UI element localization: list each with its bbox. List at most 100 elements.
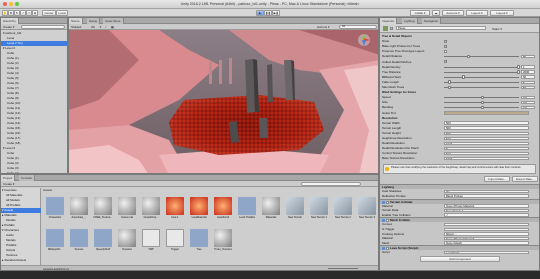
slider-knob[interactable] — [462, 75, 466, 79]
asset-item[interactable]: Level Prefabs — [236, 197, 258, 227]
project-search-input[interactable] — [301, 182, 361, 186]
hierarchy-create-button[interactable]: Create ▾ — [3, 25, 14, 29]
pivot-rotation-toggle[interactable]: Local — [56, 10, 68, 16]
component-field-value[interactable]: New Terrain 4 — [444, 208, 529, 213]
asset-item[interactable]: Characters — [44, 197, 66, 227]
asset-item[interactable]: Trees_Textures — [212, 229, 234, 259]
step-button[interactable]: ▶❚ — [272, 10, 280, 16]
component-field-value[interactable] — [444, 223, 529, 227]
asset-item[interactable]: FREE_Texture... — [92, 197, 114, 227]
add-component-button[interactable]: Add Component — [420, 256, 500, 262]
component-field-value[interactable]: None (Mesh) — [444, 241, 529, 245]
setting-value-field[interactable]: 1 — [521, 65, 535, 69]
asset-item[interactable]: New Terrain 3 — [356, 197, 378, 227]
project-tree-item[interactable]: ▸ Standard Assets — [1, 258, 41, 263]
setting-value-field[interactable]: 0.5 — [521, 95, 535, 100]
component-field-value[interactable] — [444, 227, 529, 232]
component-field-value[interactable]: ✓ — [444, 213, 529, 217]
component-field-value[interactable]: None (Physic Material) — [444, 236, 529, 241]
setting-value-field[interactable]: 500 — [444, 126, 529, 130]
setting-value-field[interactable]: 600 — [444, 131, 529, 135]
asset-item[interactable]: GrassDrop... — [140, 197, 162, 227]
setting-value-field[interactable]: 1024 — [444, 157, 529, 161]
slider-knob[interactable] — [447, 80, 451, 84]
setting-value-field[interactable]: 512 — [444, 151, 529, 156]
asset-item[interactable]: download_... — [68, 197, 90, 227]
project-create-button[interactable]: Create ▾ — [3, 182, 14, 186]
asset-item[interactable]: lava 1 — [164, 197, 186, 227]
setting-value-field[interactable]: 513 — [444, 136, 529, 141]
component-field-value[interactable]: Mixed ... — [444, 232, 529, 236]
static-dropdown[interactable]: Static ▾ — [492, 27, 502, 31]
asset-item[interactable]: LavaScript — [212, 197, 234, 227]
slider-knob[interactable] — [517, 70, 520, 74]
layers-dropdown[interactable]: Layers ▾ — [466, 10, 488, 16]
setting-value-field[interactable]: 5 — [521, 80, 535, 84]
setting-checkbox[interactable]: ✓ — [444, 60, 447, 64]
gizmos-dropdown[interactable]: Gizmos ▾ — [317, 25, 330, 29]
project-breadcrumb[interactable]: Assets — [43, 188, 52, 192]
slider-knob[interactable] — [480, 100, 484, 105]
slider-knob[interactable] — [467, 54, 471, 59]
setting-slider[interactable] — [444, 56, 519, 58]
pause-button[interactable]: ❚❚ — [264, 10, 272, 16]
setting-value-field[interactable]: 0.5 — [521, 106, 535, 110]
slider-knob[interactable] — [480, 95, 484, 100]
setting-value-field[interactable]: 1024 — [444, 141, 529, 146]
slider-knob[interactable] — [447, 85, 451, 89]
setting-value-field[interactable]: 80 — [521, 55, 535, 59]
setting-slider[interactable] — [444, 81, 519, 83]
account-dropdown[interactable]: Account ▾ — [442, 10, 464, 16]
setting-checkbox[interactable] — [444, 50, 447, 54]
asset-item[interactable]: LavaMaterial — [188, 197, 210, 227]
slider-knob[interactable] — [480, 105, 484, 110]
setting-checkbox[interactable]: ✓ — [444, 44, 447, 48]
asset-item[interactable]: New Terrain 2 — [332, 197, 354, 227]
shading-mode-dropdown[interactable]: Shaded — [71, 25, 81, 29]
asset-item[interactable]: Textures — [116, 229, 138, 259]
hierarchy-search-input[interactable] — [21, 25, 65, 29]
export-raw-button[interactable]: Export Raw... — [512, 176, 538, 182]
lighting-toggle-icon[interactable]: ☀ — [99, 25, 102, 29]
asset-item[interactable]: MilitaryHD... — [44, 229, 66, 259]
import-raw-button[interactable]: Import Raw... — [484, 176, 510, 182]
icon-size-slider[interactable] — [328, 267, 358, 269]
asset-item[interactable]: New Terrain 1 — [308, 197, 330, 227]
asset-item[interactable]: TMP — [140, 229, 162, 259]
effects-toggle-icon[interactable]: ▦ — [111, 25, 114, 29]
object-name-field[interactable]: Pleas — [396, 26, 486, 30]
asset-item[interactable]: Trigger — [164, 229, 186, 259]
asset-item[interactable]: Materials — [260, 197, 282, 227]
scene-viewport[interactable] — [69, 30, 378, 173]
cloud-icon[interactable]: ☁ — [432, 10, 440, 16]
lighting-dropdown[interactable]: On — [444, 189, 529, 194]
play-button[interactable]: ▶ — [256, 10, 264, 16]
setting-slider[interactable] — [444, 87, 519, 88]
setting-value-field[interactable]: 2000 — [521, 70, 535, 74]
setting-slider[interactable] — [444, 76, 519, 78]
setting-slider[interactable] — [444, 71, 519, 73]
transform-tool-button[interactable]: ⊕ — [32, 10, 38, 16]
setting-value-field[interactable]: 0.5 — [521, 100, 535, 105]
setting-value-field[interactable]: 8 — [444, 146, 529, 151]
2d-toggle[interactable]: 2D — [91, 25, 95, 29]
collab-dropdown[interactable]: Collab ▾ — [410, 10, 430, 16]
slider-knob[interactable] — [517, 65, 520, 69]
setting-value-field[interactable]: 500 — [444, 121, 529, 125]
pivot-center-toggle[interactable]: Center — [42, 10, 56, 16]
component-field-value[interactable]: None (Physic Material) — [444, 204, 529, 208]
asset-item[interactable]: Scenes — [68, 229, 90, 259]
lighting-dropdown[interactable]: Blend Probes — [444, 194, 529, 198]
layout-dropdown[interactable]: Layout ▾ — [490, 10, 514, 16]
grass-tint-color-swatch[interactable] — [444, 111, 529, 115]
component-field-value[interactable]: LavaScript — [444, 251, 529, 255]
asset-item[interactable]: SpeedyStuff — [92, 229, 114, 259]
asset-item[interactable]: Tree — [188, 229, 210, 259]
asset-item[interactable]: New Terrain — [284, 197, 306, 227]
asset-item[interactable]: Grass.mat — [116, 197, 138, 227]
setting-slider[interactable] — [444, 66, 519, 68]
audio-toggle-icon[interactable]: ♪ — [105, 25, 107, 29]
setting-value-field[interactable]: 50 — [521, 85, 535, 90]
active-checkbox[interactable]: ✓ — [390, 26, 393, 30]
setting-value-field[interactable]: 50 — [521, 75, 535, 79]
